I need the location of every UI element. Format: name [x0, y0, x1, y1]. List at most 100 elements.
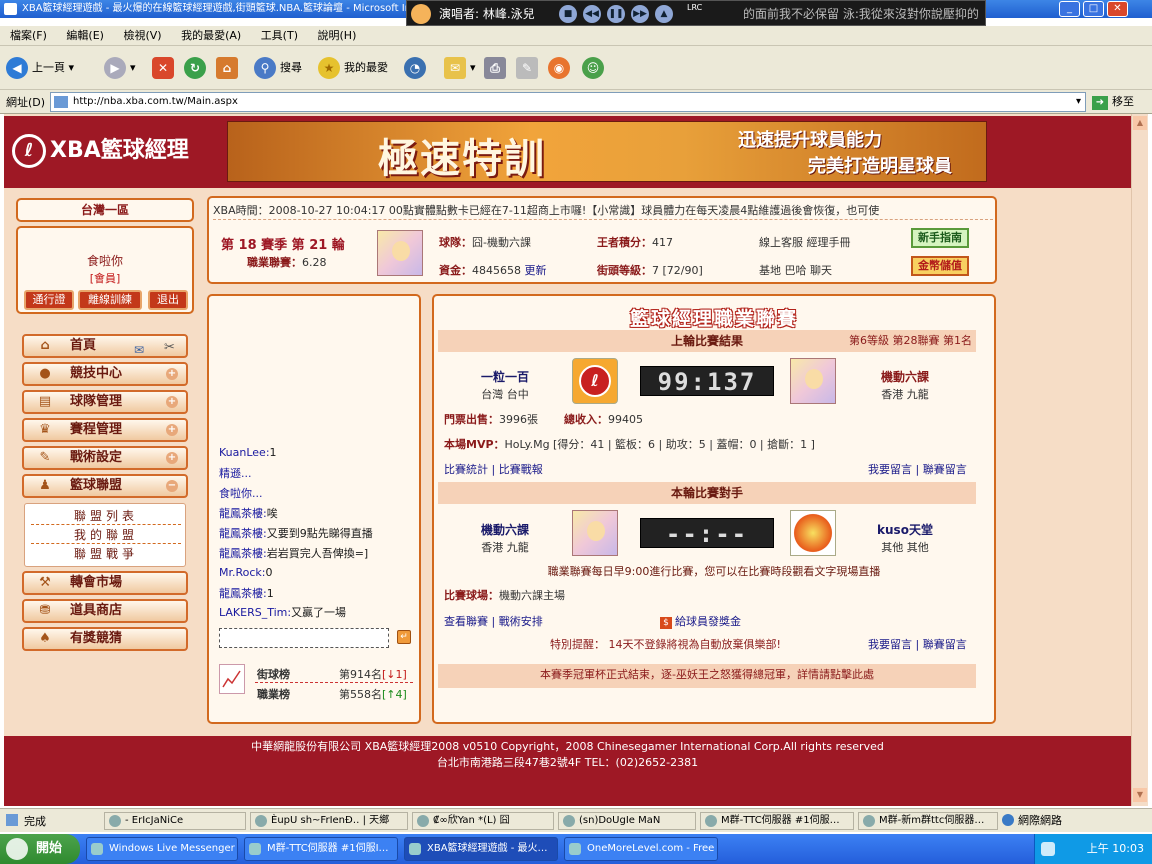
base-link[interactable]: 基地 — [759, 264, 781, 277]
match-stats-link[interactable]: 比賽統計 — [444, 463, 488, 476]
away-team-name[interactable]: 機動六課 — [870, 368, 940, 385]
close-button[interactable]: ✕ — [1107, 1, 1128, 17]
submenu-league-list[interactable]: 聯盟列表 — [31, 507, 181, 525]
nav-league[interactable]: ♟ 籃球聯盟 − — [22, 474, 188, 498]
favorites-button[interactable]: ★ 我的最愛 — [318, 56, 388, 80]
next-away-team-name[interactable]: kuso天堂 — [870, 521, 940, 538]
menu-edit[interactable]: 編輯(E) — [66, 29, 104, 42]
submenu-my-league[interactable]: 我的聯盟 — [31, 526, 181, 544]
tactic-arrange-link[interactable]: 戰術安排 — [499, 615, 543, 628]
pause-icon[interactable]: ❚❚ — [607, 5, 625, 23]
offline-training-button[interactable]: 離線訓練 — [78, 290, 142, 310]
forward-button[interactable]: ▶ ▾ — [104, 56, 136, 80]
news-ticker[interactable]: XBA時間：2008-10-27 10:04:17 00點實體點數卡已經在7-1… — [213, 202, 993, 220]
scroll-down-icon[interactable]: ▼ — [1133, 788, 1147, 802]
league-message-link[interactable]: 聯賽留言 — [923, 463, 967, 476]
bonus-link[interactable]: $ 給球員發獎金 — [660, 613, 741, 629]
eject-icon[interactable]: ▲ — [655, 5, 673, 23]
promo-banner[interactable]: 極速特訓 迅速提升球員能力 完美打造明星球員 — [227, 121, 987, 182]
next-home-avatar[interactable] — [572, 510, 618, 556]
nav-schedule[interactable]: ♛ 賽程管理 + — [22, 418, 188, 442]
mail-icon[interactable]: ✉ — [134, 340, 144, 360]
nav-guess[interactable]: ♠ 有獎競猜 — [22, 627, 188, 651]
nav-home[interactable]: ⌂ 首頁 ✉ ✂ — [22, 334, 188, 358]
chat-link[interactable]: 聊天 — [810, 264, 832, 277]
tray-icon[interactable] — [1041, 842, 1055, 856]
start-button[interactable]: 開始 — [0, 834, 80, 864]
home-team-logo[interactable]: ℓ — [572, 358, 618, 404]
search-button[interactable]: ⚲ 搜尋 — [254, 56, 302, 80]
pro-rank-label[interactable]: 職業榜 — [257, 686, 290, 702]
site-logo[interactable]: ℓ XBA籃球經理 — [12, 128, 212, 174]
messenger-button[interactable]: ☺ — [582, 56, 608, 80]
submenu-league-war[interactable]: 聯盟戰爭 — [31, 545, 181, 563]
away-team-avatar[interactable] — [790, 358, 836, 404]
team-avatar[interactable] — [377, 230, 423, 276]
minimize-button[interactable]: _ — [1059, 1, 1080, 17]
back-button[interactable]: ◀ 上一頁 ▾ — [6, 56, 74, 80]
champion-notice[interactable]: 本賽季冠軍杯正式結束，逐-巫妖王之怒獲得總冠軍，詳情請點擊此處 — [438, 664, 976, 688]
stop-button[interactable]: ✕ — [152, 56, 178, 80]
league-message-link-2[interactable]: 聯賽留言 — [923, 638, 967, 651]
lyric-player[interactable]: 演唱者: 林峰.泳兒 ■ ◀◀ ❚❚ ▶▶ ▲ LRC 的面前我不必保留 泳:我… — [406, 0, 986, 26]
nav-arena[interactable]: ● 競技中心 + — [22, 362, 188, 386]
scroll-up-icon[interactable]: ▲ — [1133, 116, 1147, 130]
bahamut-link[interactable]: 巴哈 — [785, 264, 807, 277]
msn-contact[interactable]: ÈupU ꜱh~FrIenÐ‥ | 天鄉 — [250, 812, 408, 830]
menu-view[interactable]: 檢視(V) — [123, 29, 161, 42]
history-button[interactable]: ◔ — [404, 56, 430, 80]
next-icon[interactable]: ▶▶ — [631, 5, 649, 23]
msn-contact[interactable]: (sn)DoUgIe MaN — [558, 812, 696, 830]
nav-shop[interactable]: ⛃ 道具商店 — [22, 599, 188, 623]
address-input[interactable]: http://nba.xba.com.tw/Main.aspx ▾ — [50, 92, 1086, 112]
msn-contact[interactable]: ₡∞欣Yan *(L) 囧 — [412, 812, 554, 830]
msn-group[interactable]: M群-新m群ttc伺服器… — [858, 812, 998, 830]
stop-icon[interactable]: ■ — [559, 5, 577, 23]
passport-button[interactable]: 通行證 — [24, 290, 74, 310]
msn-contact[interactable]: - ErIcJaNiCe — [104, 812, 246, 830]
task-messenger[interactable]: Windows Live Messenger — [86, 837, 238, 861]
manager-manual-link[interactable]: 經理手冊 — [807, 236, 851, 249]
search-icon: ⚲ — [254, 57, 276, 79]
next-home-team-name[interactable]: 機動六課 — [470, 521, 540, 538]
street-rank-label[interactable]: 街球榜 — [257, 666, 290, 682]
menu-file[interactable]: 檔案(F) — [10, 29, 47, 42]
match-report-link[interactable]: 比賽戰報 — [499, 463, 543, 476]
leave-message-link[interactable]: 我要留言 — [868, 463, 912, 476]
maximize-button[interactable]: □ — [1083, 1, 1104, 17]
funds-refresh-link[interactable]: 更新 — [525, 264, 547, 277]
clock[interactable]: 上午 10:03 — [1087, 842, 1144, 855]
menu-help[interactable]: 說明(H) — [318, 29, 357, 42]
mail-button[interactable]: ✉ ▾ — [444, 56, 476, 80]
logout-button[interactable]: 退出 — [148, 290, 188, 310]
menu-tools[interactable]: 工具(T) — [261, 29, 298, 42]
online-service-link[interactable]: 線上客服 — [759, 236, 803, 249]
vertical-scrollbar[interactable]: ▲ ▼ — [1131, 114, 1148, 806]
next-home-team-location: 香港 九龍 — [481, 541, 529, 554]
chat-input[interactable] — [219, 628, 389, 648]
home-team-name[interactable]: 一粒一百 — [470, 368, 540, 385]
nav-transfer[interactable]: ⚒ 轉會市場 — [22, 571, 188, 595]
print-button[interactable]: ⎙ — [484, 56, 510, 80]
kuso-team-logo[interactable] — [790, 510, 836, 556]
task-xba-browser[interactable]: XBA籃球經理遊戲 - 最火… — [404, 837, 558, 861]
leave-message-link-2[interactable]: 我要留言 — [868, 638, 912, 651]
refresh-button[interactable]: ↻ — [184, 56, 210, 80]
task-group-chat[interactable]: M群-TTC伺服器 #1伺服I… — [244, 837, 398, 861]
newbie-guide-button[interactable]: 新手指南 — [911, 228, 969, 248]
nav-team[interactable]: ▤ 球隊管理 + — [22, 390, 188, 414]
msn-group[interactable]: M群-TTC伺服器 #1伺服… — [700, 812, 854, 830]
prev-icon[interactable]: ◀◀ — [583, 5, 601, 23]
go-button[interactable]: ➜ 移至 — [1092, 93, 1134, 110]
menu-favorites[interactable]: 我的最愛(A) — [181, 29, 241, 42]
view-league-link[interactable]: 查看聯賽 — [444, 615, 488, 628]
gold-topup-button[interactable]: 金幣儲值 — [911, 256, 969, 276]
address-dropdown-icon[interactable]: ▾ — [1076, 93, 1081, 111]
home-button[interactable]: ⌂ — [216, 56, 242, 80]
tools-icon[interactable]: ✂ — [164, 338, 175, 358]
nav-tactics[interactable]: ✎ 戰術設定 + — [22, 446, 188, 470]
research-button[interactable]: ◉ — [548, 56, 574, 80]
chat-send-button[interactable]: ↵ — [397, 630, 411, 644]
task-onemorelevel[interactable]: OneMoreLevel.com - Free … — [564, 837, 718, 861]
edit-button[interactable]: ✎ — [516, 56, 542, 80]
